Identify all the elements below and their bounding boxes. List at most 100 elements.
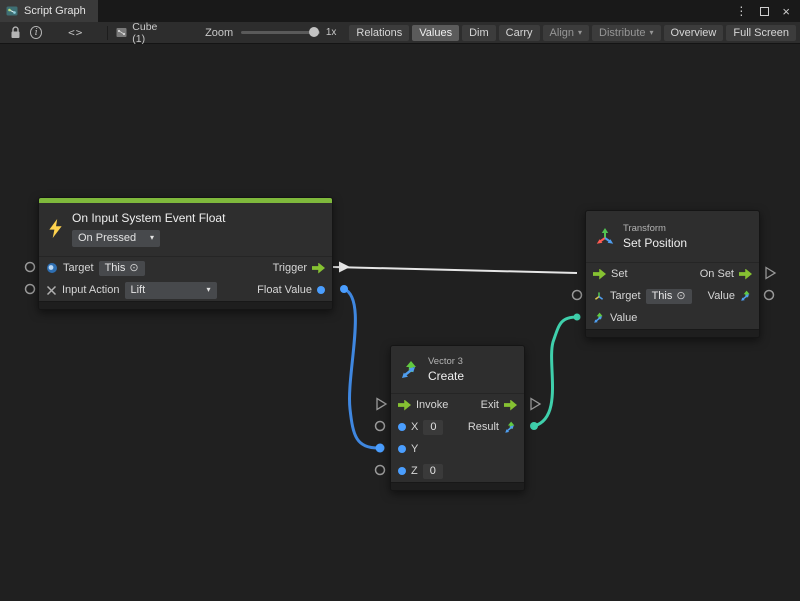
input-action-icon [46,285,57,296]
input-action-dropdown[interactable]: Lift ▾ [125,282,217,299]
exit-flow-arrow-icon[interactable] [504,400,517,411]
transform-node-header: Transform Set Position [586,211,759,263]
vector3-z-port[interactable] [376,466,385,475]
lightning-icon [48,219,63,238]
float-value-port-icon[interactable] [317,286,325,294]
object-picker-icon[interactable]: ⊙ [676,290,685,303]
node-on-input-system-event-float[interactable]: On Input System Event Float On Pressed ▾… [38,197,333,310]
chevron-down-icon: ▾ [578,29,582,37]
x-label: X [411,421,418,433]
z-value-field[interactable]: 0 [423,464,443,479]
dim-button[interactable]: Dim [462,25,496,41]
transform-target-port[interactable] [573,291,582,300]
fullscreen-button[interactable]: Full Screen [726,25,796,41]
close-icon[interactable]: × [782,4,790,19]
event-node-header: On Input System Event Float On Pressed ▾ [39,203,332,257]
target-label: Target [63,262,94,274]
window-menu-icon[interactable]: ⋮ [735,4,747,18]
value-in-label: Value [610,312,637,324]
y-port-icon[interactable] [398,445,406,453]
tab-title: Script Graph [24,5,86,17]
result-label: Result [468,421,499,433]
align-button[interactable]: Align ▾ [543,25,589,41]
event-target-port[interactable] [26,263,35,272]
target-field[interactable]: This ⊙ [99,261,145,276]
port-row-z: Z 0 [391,460,524,482]
target-value: This [105,262,126,275]
node-footer [39,301,332,309]
vector3-exit-port[interactable] [531,399,540,410]
axes-icon [593,290,605,302]
zoom-slider[interactable] [241,31,320,34]
object-picker-icon[interactable]: ⊙ [129,262,138,275]
info-icon[interactable]: i [30,26,42,39]
control-wire-arrow-icon [339,262,350,273]
z-label: Z [411,465,418,477]
vector-port-icon[interactable] [740,290,752,302]
z-port-icon[interactable] [398,467,406,475]
graph-context[interactable]: Cube (1) [116,21,167,45]
float-value-label: Float Value [257,284,312,296]
transform-target-value: This [652,290,673,303]
input-action-value: Lift [131,284,146,296]
gameobject-icon [46,262,58,274]
vector-port-icon[interactable] [593,312,605,324]
trigger-flow-arrow-icon[interactable] [312,263,325,274]
x-value-field[interactable]: 0 [423,420,443,435]
set-flow-arrow-icon[interactable] [593,269,606,280]
input-action-label: Input Action [62,284,120,296]
port-row-value-in: Value [586,307,759,329]
on-set-label: On Set [700,268,734,280]
node-type-label: Vector 3 [428,356,464,367]
zoom-slider-handle[interactable] [309,27,319,37]
vector3-result-port[interactable] [530,422,538,430]
port-row-invoke: Invoke Exit [391,394,524,416]
node-title: Create [428,369,464,383]
window-controls: ⋮ × [735,0,800,22]
vector3-invoke-port[interactable] [377,399,386,410]
port-row-y: Y [391,438,524,460]
carry-button[interactable]: Carry [499,25,540,41]
transform-icon [595,227,615,247]
align-label: Align [550,27,574,39]
graph-canvas[interactable]: On Input System Event Float On Pressed ▾… [0,44,800,601]
code-toggle-icon[interactable]: <> [68,26,83,39]
vector3-icon [400,360,420,380]
transform-target-field[interactable]: This ⊙ [646,289,692,304]
y-label: Y [411,443,418,455]
maximize-icon[interactable] [760,7,769,16]
port-row-input-action: Input Action Lift ▾ Float Value [39,279,332,301]
values-button[interactable]: Values [412,25,459,41]
node-vector3-create[interactable]: Vector 3 Create Invoke Exit X 0 Result [390,345,525,491]
transform-on-set-port[interactable] [766,268,775,279]
invoke-flow-arrow-icon[interactable] [398,400,411,411]
graph-context-label: Cube (1) [132,21,167,45]
vector3-x-port[interactable] [376,422,385,431]
float-value-wire [344,289,379,448]
chevron-down-icon: ▾ [650,29,654,37]
lock-icon[interactable] [8,25,22,41]
chevron-down-icon: ▾ [206,286,210,294]
node-type-label: Transform [623,223,687,234]
port-row-transform-target: Target This ⊙ Value [586,285,759,307]
vector-port-icon[interactable] [504,421,517,434]
node-transform-set-position[interactable]: Transform Set Position Set On Set Target [585,210,760,338]
float-value-out-port[interactable] [340,285,348,293]
exit-label: Exit [481,399,499,411]
transform-value-in-port[interactable] [574,314,581,321]
overview-button[interactable]: Overview [664,25,724,41]
event-mode-dropdown[interactable]: On Pressed ▾ [72,230,160,247]
set-label: Set [611,268,628,280]
vector3-y-port[interactable] [376,444,385,453]
transform-value-out-port[interactable] [765,291,774,300]
on-set-flow-arrow-icon[interactable] [739,269,752,280]
distribute-label: Distribute [599,27,645,39]
port-row-x: X 0 Result [391,416,524,438]
event-input-action-port[interactable] [26,285,35,294]
distribute-button[interactable]: Distribute ▾ [592,25,660,41]
relations-button[interactable]: Relations [349,25,409,41]
toolbar-buttons: Relations Values Dim Carry Align ▾ Distr… [349,25,796,41]
vector-value-wire [534,317,577,426]
x-port-icon[interactable] [398,423,406,431]
tab-script-graph[interactable]: Script Graph [0,0,98,22]
